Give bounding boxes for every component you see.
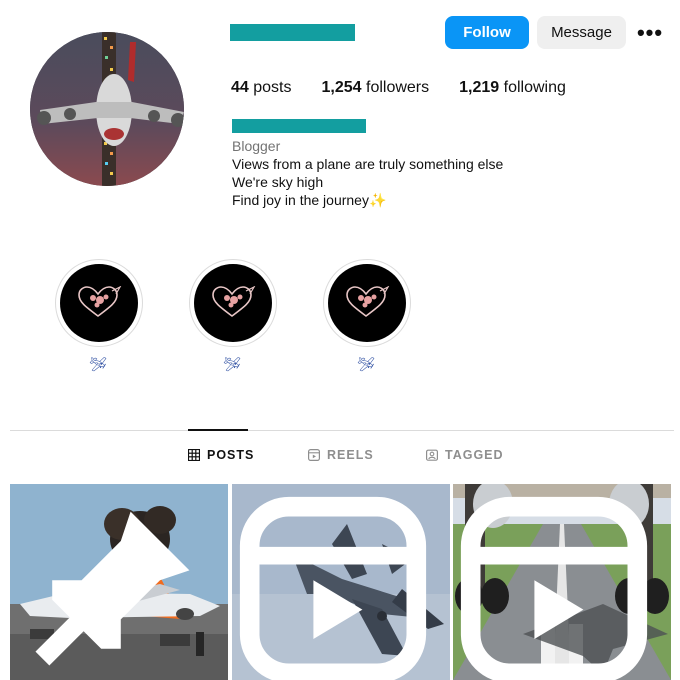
heart-world-icon <box>212 286 256 317</box>
following-stat[interactable]: 1,219 following <box>459 79 566 97</box>
heart-world-icon <box>346 286 390 317</box>
following-count: 1,219 <box>459 79 500 96</box>
highlight-cover <box>328 264 406 342</box>
posts-count: 44 <box>231 79 249 96</box>
posts-label: posts <box>253 79 292 96</box>
highlight-cover <box>60 264 138 342</box>
grid-icon <box>188 449 200 461</box>
heart-world-icon <box>78 286 122 317</box>
fullname-redacted <box>232 119 366 133</box>
more-options-icon[interactable]: ••• <box>636 20 664 46</box>
reels-icon <box>308 449 320 461</box>
bio-line: Find joy in the journey✨ <box>232 191 503 209</box>
sparkles-emoji: ✨ <box>368 192 387 208</box>
username-redacted <box>230 24 355 41</box>
post-thumbnail[interactable] <box>10 484 228 680</box>
tab-tagged[interactable]: TAGGED <box>426 448 504 462</box>
story-highlight[interactable] <box>323 259 411 347</box>
followers-label: followers <box>366 79 430 96</box>
profile-avatar[interactable] <box>30 32 184 186</box>
bio-line-text: Find joy in the journey <box>232 192 369 208</box>
bio-line: We're sky high <box>232 174 324 190</box>
bio-line: Views from a plane are truly something e… <box>232 156 504 172</box>
reels-icon <box>460 496 648 680</box>
message-button[interactable]: Message <box>537 16 626 49</box>
bio-category: Blogger <box>232 138 281 154</box>
tagged-icon <box>426 449 438 461</box>
highlight-label: 🛩 <box>89 356 107 372</box>
highlight-cover <box>194 264 272 342</box>
post-thumbnail[interactable] <box>453 484 671 680</box>
highlight-label: 🛩 <box>223 356 241 372</box>
followers-count: 1,254 <box>321 79 362 96</box>
section-divider <box>10 430 674 431</box>
tab-label: REELS <box>327 448 374 462</box>
active-tab-indicator <box>188 429 248 431</box>
followers-stat[interactable]: 1,254 followers <box>322 79 430 97</box>
tab-reels[interactable]: REELS <box>308 448 374 462</box>
pin-icon <box>35 511 190 666</box>
profile-stats: 44 posts 1,254 followers 1,219 following <box>231 79 596 97</box>
tab-posts[interactable]: POSTS <box>188 448 254 462</box>
reels-icon <box>239 496 427 680</box>
story-highlight[interactable] <box>189 259 277 347</box>
profile-bio: Blogger Views from a plane are truly som… <box>232 137 503 209</box>
story-highlight[interactable] <box>55 259 143 347</box>
follow-button[interactable]: Follow <box>445 16 529 49</box>
highlight-label: 🛩 <box>357 356 375 372</box>
tab-label: TAGGED <box>445 448 504 462</box>
post-thumbnail[interactable] <box>232 484 450 680</box>
tab-label: POSTS <box>207 448 255 462</box>
posts-stat[interactable]: 44 posts <box>231 79 292 97</box>
following-label: following <box>503 79 566 96</box>
